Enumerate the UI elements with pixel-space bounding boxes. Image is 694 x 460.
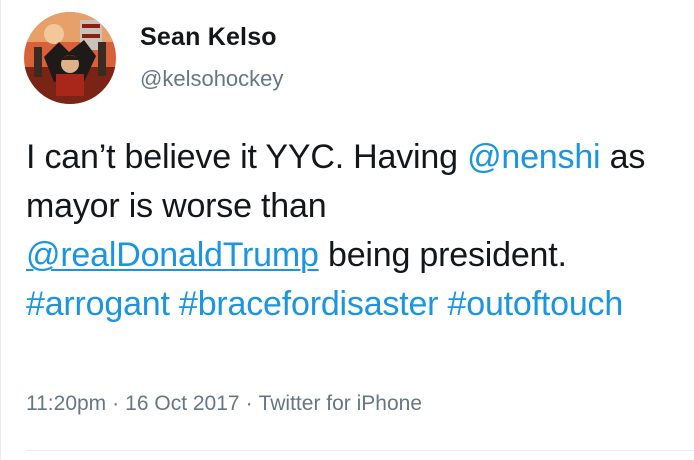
tweet-card: Sean Kelso @kelsohockey I can’t believe … (0, 0, 694, 460)
meta-separator: · (245, 392, 253, 415)
tweet-text-segment: being president. (318, 236, 567, 274)
avatar-image (24, 12, 116, 104)
tweet-text-segment (170, 285, 179, 323)
tweet-text-segment: I can’t believe it YYC. Having (26, 138, 468, 176)
mention-link[interactable]: @nenshi (467, 138, 601, 176)
meta-separator: · (112, 392, 120, 415)
display-name[interactable]: Sean Kelso (140, 22, 283, 52)
tweet-metadata: 11:20pm · 16 Oct 2017 · Twitter for iPhone (26, 390, 422, 418)
user-names: Sean Kelso @kelsohockey (140, 22, 283, 93)
tweet-header: Sean Kelso @kelsohockey (24, 12, 283, 104)
mention-link[interactable]: @realDonaldTrump (26, 236, 319, 274)
tweet-time[interactable]: 11:20pm (26, 392, 106, 415)
hashtag-link[interactable]: #bracefordisaster (179, 285, 438, 323)
tweet-date[interactable]: 16 Oct 2017 (125, 392, 239, 415)
tweet-text-segment (438, 285, 447, 323)
divider (26, 450, 694, 451)
tweet-source[interactable]: Twitter for iPhone (259, 392, 422, 415)
hashtag-link[interactable]: #outoftouch (448, 285, 624, 323)
screen-name[interactable]: @kelsohockey (140, 65, 283, 93)
avatar[interactable] (24, 12, 116, 104)
hashtag-link[interactable]: #arrogant (26, 285, 170, 323)
tweet-text: I can’t believe it YYC. Having @nenshi a… (26, 133, 686, 329)
